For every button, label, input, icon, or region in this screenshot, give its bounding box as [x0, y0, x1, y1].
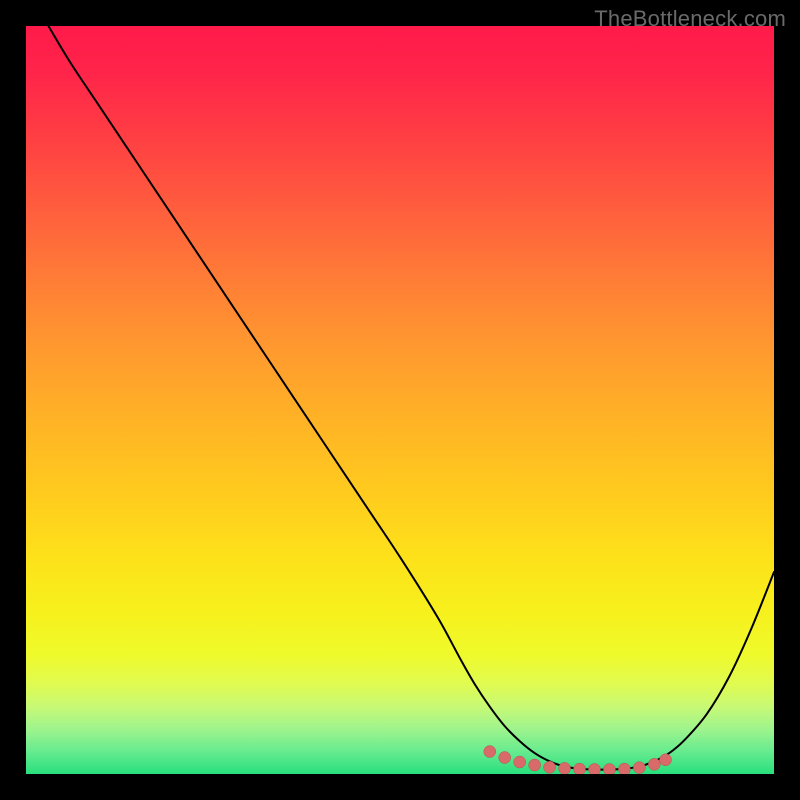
- optimal-marker: [618, 763, 630, 774]
- optimal-marker: [588, 764, 600, 774]
- optimal-marker: [603, 764, 615, 774]
- optimal-marker: [544, 761, 556, 773]
- optimal-marker: [529, 759, 541, 771]
- optimal-marker: [514, 756, 526, 768]
- chart-figure: TheBottleneck.com: [0, 0, 800, 800]
- marker-layer: [26, 26, 774, 774]
- optimal-marker: [559, 762, 571, 774]
- optimal-marker: [660, 754, 672, 766]
- optimal-marker: [484, 746, 496, 758]
- optimal-marker: [633, 762, 645, 774]
- optimal-marker: [648, 758, 660, 770]
- optimal-marker: [574, 763, 586, 774]
- optimal-marker: [499, 752, 511, 764]
- watermark-text: TheBottleneck.com: [594, 6, 786, 32]
- plot-area: [26, 26, 774, 774]
